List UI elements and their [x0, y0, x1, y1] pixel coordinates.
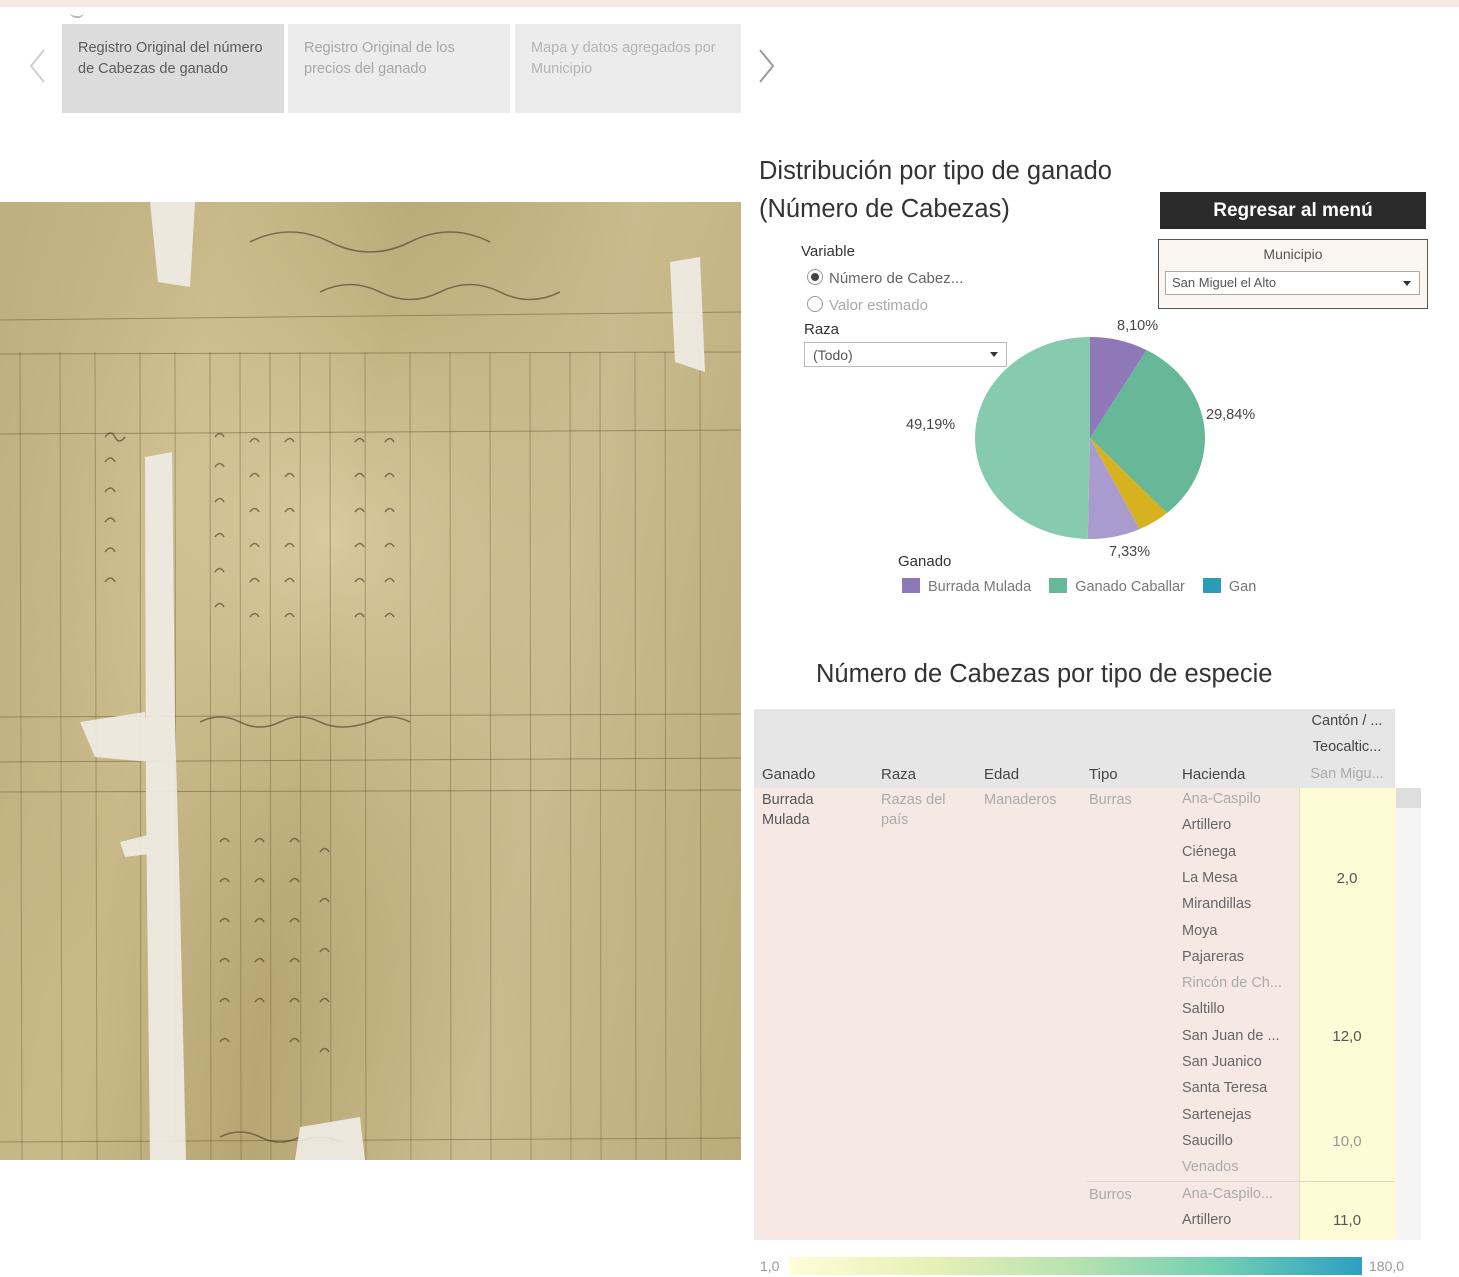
hacienda-cell: Artillero — [1182, 1211, 1232, 1228]
hacienda-cell: La Mesa — [1182, 869, 1238, 886]
municipio-selected: San Miguel el Alto — [1172, 275, 1277, 290]
municipio-label: Municipio — [1263, 246, 1323, 262]
header-san-miguel[interactable]: San Migu... — [1299, 766, 1395, 782]
top-decoration — [70, 8, 84, 18]
cell-tipo-burras: Burras — [1089, 792, 1132, 808]
cell-tipo-burros: Burros — [1089, 1187, 1132, 1203]
radio-selected-icon — [807, 269, 823, 285]
table-scrollbar[interactable] — [1396, 788, 1421, 1240]
cell-ganado: Burrada Mulada — [762, 792, 814, 828]
color-scale-bar — [790, 1257, 1362, 1275]
tab-mapa-municipio[interactable]: Mapa y datos agregados por Municipio — [515, 24, 741, 113]
value-cell[interactable]: 12,0 — [1299, 1028, 1395, 1045]
header-tipo[interactable]: Tipo — [1089, 766, 1118, 783]
header-edad[interactable]: Edad — [984, 766, 1019, 783]
historic-register-image — [0, 202, 741, 1160]
pct-label-caballar: 29,84% — [1206, 407, 1256, 423]
tab-registro-cabezas[interactable]: Registro Original del número de Cabezas … — [62, 24, 284, 113]
row-divider — [1087, 1181, 1395, 1182]
legend-item-gan[interactable]: Gan — [1202, 578, 1257, 595]
municipio-dropdown[interactable]: San Miguel el Alto — [1165, 271, 1420, 295]
legend: Burrada Mulada Ganado Caballar Gan — [902, 578, 1270, 595]
pie-chart — [975, 337, 1205, 539]
raza-label: Raza — [804, 321, 840, 338]
chart-title-line1: Distribución por tipo de ganado — [759, 157, 1112, 185]
hacienda-cell: Rincón de Ch... — [1182, 975, 1282, 992]
table-title: Número de Cabezas por tipo de especie — [816, 660, 1273, 688]
cell-edad: Manaderos — [984, 792, 1057, 808]
hacienda-cell: Santa Teresa — [1182, 1080, 1268, 1097]
value-cell[interactable]: 11,0 — [1299, 1212, 1395, 1229]
legend-label: Burrada Mulada — [928, 579, 1032, 595]
legend-label: Gan — [1228, 579, 1257, 595]
back-to-menu-button[interactable]: Regresar al menú — [1160, 192, 1426, 229]
cell-raza: Razas del país — [881, 792, 946, 828]
scrollbar-thumb[interactable] — [1396, 788, 1421, 808]
pct-label-burrada: 8,10% — [1117, 318, 1159, 334]
variable-option-valor[interactable]: Valor estimado — [807, 296, 928, 314]
hacienda-cell: Ana-Caspilo — [1182, 791, 1261, 807]
chart-title: Distribución por tipo de ganado (Número … — [759, 152, 1112, 228]
legend-title: Ganado — [898, 553, 952, 570]
hacienda-cell: Ana-Caspilo... — [1182, 1185, 1274, 1202]
legend-label: Ganado Caballar — [1075, 579, 1185, 595]
value-cell[interactable]: 10,0 — [1299, 1133, 1395, 1150]
radio-unselected-icon — [807, 296, 823, 312]
hacienda-cell: Moya — [1182, 922, 1218, 939]
legend-swatch — [1202, 578, 1221, 593]
hacienda-cell: Artillero — [1182, 817, 1232, 834]
chart-title-line2: (Número de Cabezas) — [759, 195, 1010, 223]
municipio-filter: Municipio San Miguel el Alto — [1158, 239, 1428, 309]
next-story-arrow-icon[interactable] — [757, 46, 777, 86]
variable-option-label: Valor estimado — [829, 297, 928, 314]
header-teocaltic[interactable]: Teocaltic... — [1299, 739, 1395, 755]
variable-label: Variable — [801, 243, 855, 260]
pct-label-slice-5: 49,19% — [906, 417, 956, 433]
tab-registro-precios[interactable]: Registro Original de los precios del gan… — [288, 24, 510, 113]
hacienda-cell: Saltillo — [1182, 1001, 1225, 1018]
top-band — [0, 0, 1459, 7]
legend-item-burrada[interactable]: Burrada Mulada — [902, 578, 1031, 595]
hacienda-cell: Saucillo — [1182, 1132, 1233, 1149]
variable-option-label: Número de Cabez... — [829, 270, 964, 287]
pie-slice-main[interactable] — [975, 337, 1090, 539]
color-scale-min: 1,0 — [760, 1258, 780, 1274]
header-canton[interactable]: Cantón / ... — [1299, 713, 1395, 729]
raza-selected: (Todo) — [813, 347, 853, 363]
prev-story-arrow-icon[interactable] — [27, 46, 47, 86]
hacienda-cell: San Juanico — [1182, 1054, 1262, 1070]
header-ganado[interactable]: Ganado — [762, 766, 815, 783]
pct-label-slice-4: 7,33% — [1109, 544, 1151, 560]
hacienda-cell: Sartenejas — [1182, 1106, 1252, 1123]
hacienda-cell: Pajareras — [1182, 948, 1245, 965]
table-value-column — [1299, 788, 1396, 1240]
hacienda-cell: Mirandillas — [1182, 896, 1252, 913]
chevron-down-icon — [1403, 281, 1411, 286]
hacienda-cell: Ciénega — [1182, 843, 1237, 860]
variable-option-cabezas[interactable]: Número de Cabez... — [807, 269, 963, 287]
value-cell[interactable]: 2,0 — [1299, 870, 1395, 887]
legend-item-caballar[interactable]: Ganado Caballar — [1049, 578, 1185, 595]
hacienda-cell: San Juan de ... — [1182, 1027, 1280, 1044]
header-raza[interactable]: Raza — [881, 766, 916, 783]
color-scale-max: 180,0 — [1369, 1258, 1405, 1274]
header-hacienda[interactable]: Hacienda — [1182, 766, 1245, 783]
hacienda-cell: Venados — [1182, 1159, 1239, 1176]
legend-swatch — [1049, 578, 1068, 593]
legend-swatch — [902, 578, 920, 593]
